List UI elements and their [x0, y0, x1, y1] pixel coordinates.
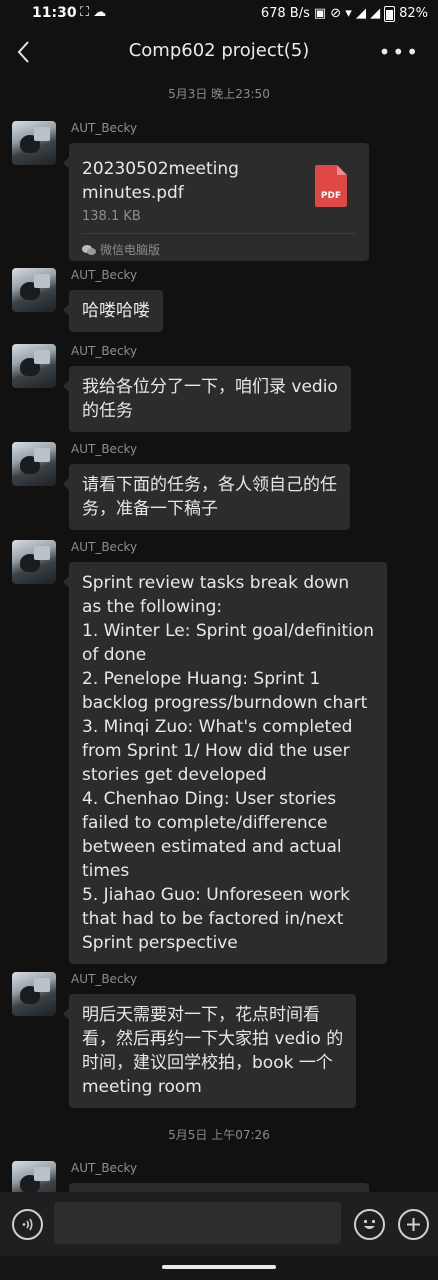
message-line: 务，准备一下稿子 — [82, 499, 218, 519]
avatar[interactable] — [12, 268, 56, 312]
voice-button[interactable] — [12, 1209, 43, 1240]
message-line: 我给各位分了一下，咱们录 vedio — [82, 377, 338, 397]
message-line: from Sprint 1/ How did the user — [82, 741, 350, 761]
signal-icons: ▣ ⊘ ▾ ◢ ◢ — [313, 5, 381, 21]
message-line: as the following: — [82, 597, 223, 617]
pdf-file-icon: PDF — [315, 165, 347, 207]
avatar[interactable] — [12, 972, 56, 1016]
emoji-button[interactable] — [354, 1209, 385, 1240]
message-line: failed to complete/difference — [82, 813, 328, 833]
avatar[interactable] — [12, 121, 56, 165]
message-line: times — [82, 861, 130, 881]
sender-name: AUT_Becky — [71, 1161, 138, 1175]
plus-button[interactable] — [398, 1209, 429, 1240]
sender-name: AUT_Becky — [71, 972, 138, 986]
message-line: 4. Chenhao Ding: User stories — [82, 789, 337, 809]
message-input[interactable] — [54, 1202, 341, 1244]
message-line: Sprint review tasks break down — [82, 573, 350, 593]
battery-level: 82% — [399, 5, 428, 21]
timestamp: 5月3日 晚上23:50 — [168, 87, 270, 101]
message-line: that had to be factored in/next — [82, 909, 344, 929]
source-label: 微信电脑版 — [100, 243, 161, 257]
sender-name: AUT_Becky — [71, 268, 138, 282]
network-speed: 678 B/s — [260, 5, 310, 21]
sender-name: AUT_Becky — [71, 442, 138, 456]
message-bubble[interactable]: Sprint review tasks break down as the fo… — [62, 562, 388, 964]
message-line: 2. Penelope Huang: Sprint 1 — [82, 669, 321, 689]
avatar[interactable] — [12, 442, 56, 486]
avatar[interactable] — [12, 344, 56, 388]
battery-icon — [384, 6, 396, 22]
timestamp: 5月5日 上午07:26 — [168, 1128, 270, 1142]
message-line: of done — [82, 645, 147, 665]
more-dots-icon: ••• — [378, 40, 420, 64]
status-bar: 11:30 ⛶ ☁ 678 B/s ▣ ⊘ ▾ ◢ ◢ 82% — [0, 0, 438, 28]
message-bubble[interactable]: 明后天需要对一下，花点时间看 看，然后再约一下大家拍 vedio 的 时间，建议… — [62, 994, 357, 1108]
chat-title: Comp602 project(5) — [128, 40, 310, 61]
message-bubble[interactable]: 请看下面的任务，各人领自己的任 务，准备一下稿子 — [63, 464, 350, 530]
divider — [82, 233, 356, 234]
notification-icons: ⛶ ☁ — [80, 5, 107, 20]
message-line: 请看下面的任务，各人领自己的任 — [82, 475, 337, 495]
message-line: meeting room — [82, 1077, 202, 1097]
message-line: 明后天需要对一下，花点时间看 — [82, 1005, 320, 1025]
message-line: between estimated and actual — [82, 837, 342, 857]
message-line: 看，然后再约一下大家拍 vedio 的 — [82, 1029, 344, 1049]
message-line: 3. Minqi Zuo: What's completed — [82, 717, 353, 737]
message-line: 5. Jiahao Guo: Unforeseen work — [82, 885, 351, 905]
sender-name: AUT_Becky — [71, 540, 138, 554]
message-bubble[interactable]: 我给各位分了一下，咱们录 vedio 的任务 — [63, 366, 351, 432]
avatar[interactable] — [12, 540, 56, 584]
file-size: 138.1 KB — [82, 209, 141, 224]
file-message-bubble[interactable]: 20230502meeting minutes.pdf 138.1 KB PDF… — [63, 143, 369, 262]
voice-icon — [22, 1218, 33, 1231]
plus-icon — [407, 1218, 420, 1231]
message-line: Sprint perspective — [82, 933, 238, 953]
message-line: 1. Winter Le: Sprint goal/definition — [82, 621, 375, 641]
message-bubble[interactable]: 哈喽哈喽 — [63, 290, 163, 332]
message-line: 的任务 — [82, 401, 133, 421]
message-line: stories get developed — [82, 765, 267, 785]
input-bar — [0, 1192, 438, 1256]
wechat-icon — [82, 244, 96, 256]
status-time: 11:30 — [32, 5, 77, 21]
message-text: 哈喽哈喽 — [82, 301, 150, 321]
message-line: backlog progress/burndown chart — [82, 693, 368, 713]
emoji-icon — [363, 1219, 376, 1229]
file-source: 微信电脑版 — [82, 238, 160, 262]
file-name: 20230502meeting minutes.pdf — [82, 159, 239, 203]
sender-name: AUT_Becky — [71, 344, 138, 358]
sender-name: AUT_Becky — [71, 121, 138, 135]
more-button[interactable]: ••• — [379, 40, 420, 64]
status-right: 678 B/s ▣ ⊘ ▾ ◢ ◢ 82% — [260, 5, 428, 22]
message-line: 时间，建议回学校拍，book 一个 — [82, 1053, 333, 1073]
home-indicator[interactable] — [162, 1265, 276, 1269]
title-bar: Comp602 project(5) ••• — [0, 28, 438, 76]
